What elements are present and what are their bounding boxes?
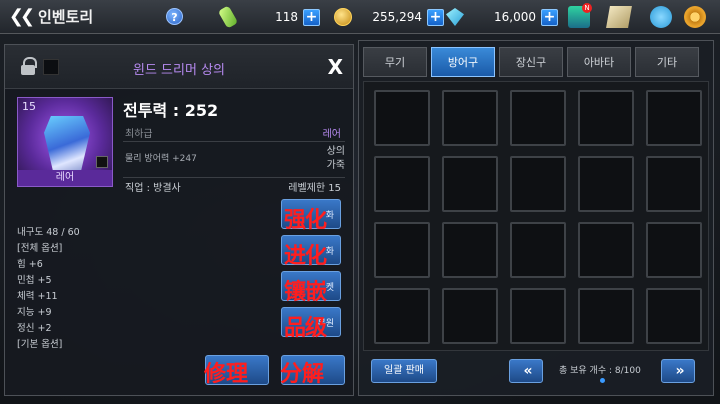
tab-avatar[interactable]: 아바타: [567, 47, 631, 77]
stat-line: 지능 +9: [17, 307, 52, 318]
inventory-slot[interactable]: [578, 288, 634, 344]
sell-all-button[interactable]: 일괄 판매: [371, 359, 437, 383]
divider: [123, 141, 345, 142]
stat-line: 민첩 +5: [17, 275, 52, 286]
enhance-overlay-label: 强化: [284, 208, 327, 233]
item-stats: 내구도 48 / 60 [전체 옵션] 힘 +6 민첩 +5 체력 +11 지능…: [17, 225, 80, 353]
inventory-slot[interactable]: [646, 90, 702, 146]
evolve-overlay-label: 进化: [284, 244, 327, 269]
inventory-slot[interactable]: [510, 222, 566, 278]
gem-icon: [446, 8, 464, 26]
slot-type-part: 상의: [326, 146, 345, 157]
inventory-slot[interactable]: [510, 156, 566, 212]
stat-line: 정신 +2: [17, 323, 52, 334]
inventory-slot[interactable]: [646, 288, 702, 344]
inventory-slot[interactable]: [510, 288, 566, 344]
inventory-slot[interactable]: [578, 156, 634, 212]
item-select-checkbox[interactable]: [96, 156, 108, 168]
slot-type-material: 가죽: [326, 160, 345, 171]
inventory-panel: 무기 방어구 장신구 아바타 기타 일괄 판매 « 총 보유 개수 : 8/10…: [358, 40, 714, 396]
inventory-slot[interactable]: [646, 156, 702, 212]
gem-value: 16,000: [494, 10, 536, 24]
item-count: 총 보유 개수 : 8/100: [559, 366, 641, 376]
inventory-slot[interactable]: [646, 222, 702, 278]
item-rank: 최하급: [125, 129, 153, 140]
slot-type: 상의 가죽: [327, 145, 345, 173]
physical-defense: 물리 방어력 +247: [125, 154, 197, 164]
map-icon[interactable]: [606, 6, 632, 28]
inventory-slot[interactable]: [578, 222, 634, 278]
inventory-slot[interactable]: [374, 288, 430, 344]
page-indicator: [600, 378, 605, 383]
stat-line: [기본 옵션]: [17, 339, 63, 350]
armor-chest-icon: [44, 116, 90, 172]
socket-button[interactable]: 켓 镶嵌: [281, 271, 341, 305]
tab-etc[interactable]: 기타: [635, 47, 699, 77]
close-button[interactable]: X: [328, 55, 343, 79]
item-rarity: 레어: [322, 129, 341, 140]
inventory-slot[interactable]: [442, 156, 498, 212]
stamina-value: 118: [275, 10, 298, 24]
repair-overlay-label: 修理: [204, 362, 249, 387]
add-stamina-button[interactable]: +: [303, 8, 320, 26]
add-gem-button[interactable]: +: [541, 8, 558, 26]
inventory-slot[interactable]: [510, 90, 566, 146]
evolve-button[interactable]: 화 进化: [281, 235, 341, 269]
stat-line: 내구도 48 / 60: [17, 227, 80, 238]
evolve-button-label: 화: [325, 247, 334, 257]
tab-accessory[interactable]: 장신구: [499, 47, 563, 77]
stat-line: [전체 옵션]: [17, 243, 63, 254]
new-badge: N: [582, 3, 592, 13]
stat-line: 힘 +6: [17, 259, 43, 270]
next-page-button[interactable]: »: [661, 359, 695, 383]
item-level: 15: [22, 100, 36, 113]
chat-icon[interactable]: [650, 6, 672, 28]
action-buttons: 화 强化 화 进化 켓 镶嵌 복원 品级: [281, 199, 345, 343]
inventory-grid: [363, 81, 709, 351]
stat-line: 체력 +11: [17, 291, 58, 302]
dismantle-overlay-label: 分解: [280, 362, 325, 387]
inventory-tabs: 무기 방어구 장신구 아바타 기타: [363, 47, 703, 77]
tab-armor[interactable]: 방어구: [431, 47, 495, 77]
add-gold-button[interactable]: +: [427, 8, 444, 26]
item-thumbnail: 15 레어: [17, 97, 113, 187]
grade-overlay-label: 品级: [284, 316, 327, 341]
socket-overlay-label: 镶嵌: [284, 280, 327, 305]
gem-resource: 16,000 +: [446, 6, 558, 28]
enhance-button-label: 화: [325, 211, 334, 221]
combat-power: 전투력 : 252: [123, 101, 219, 120]
inventory-slot[interactable]: [442, 90, 498, 146]
gold-value: 255,294: [372, 10, 422, 24]
prev-page-button[interactable]: «: [509, 359, 543, 383]
grade-button[interactable]: 복원 品级: [281, 307, 341, 341]
gold-coin-icon: [334, 8, 352, 26]
gold-resource: 255,294 +: [334, 6, 444, 28]
item-name: 윈드 드리머 상의: [133, 63, 225, 78]
stamina-resource: 118 +: [217, 5, 320, 29]
page-title: 인벤토리: [38, 8, 94, 26]
item-detail-header: 윈드 드리머 상의 X: [5, 45, 353, 89]
inventory-slot[interactable]: [442, 288, 498, 344]
repair-button[interactable]: 修理: [204, 355, 269, 387]
inventory-slot[interactable]: [442, 222, 498, 278]
job-requirement: 직업 : 방결사: [125, 183, 181, 194]
dismantle-button[interactable]: 分解: [280, 355, 345, 387]
settings-gear-icon[interactable]: [684, 6, 706, 28]
level-limit: 레벨제한 15: [288, 183, 341, 194]
tab-weapon[interactable]: 무기: [363, 47, 427, 77]
inventory-slot[interactable]: [374, 156, 430, 212]
socket-button-label: 켓: [325, 283, 334, 293]
help-icon[interactable]: ?: [166, 8, 183, 25]
divider: [123, 177, 345, 178]
inventory-slot[interactable]: [374, 90, 430, 146]
inventory-slot[interactable]: [578, 90, 634, 146]
item-detail-panel: 윈드 드리머 상의 X 15 레어 전투력 : 252 최하급 레어 물리 방어…: [4, 44, 354, 396]
enhance-button[interactable]: 화 强化: [281, 199, 341, 233]
back-icon[interactable]: ❮❮: [6, 3, 35, 31]
inventory-slot[interactable]: [374, 222, 430, 278]
item-rarity-badge: 레어: [18, 170, 112, 186]
